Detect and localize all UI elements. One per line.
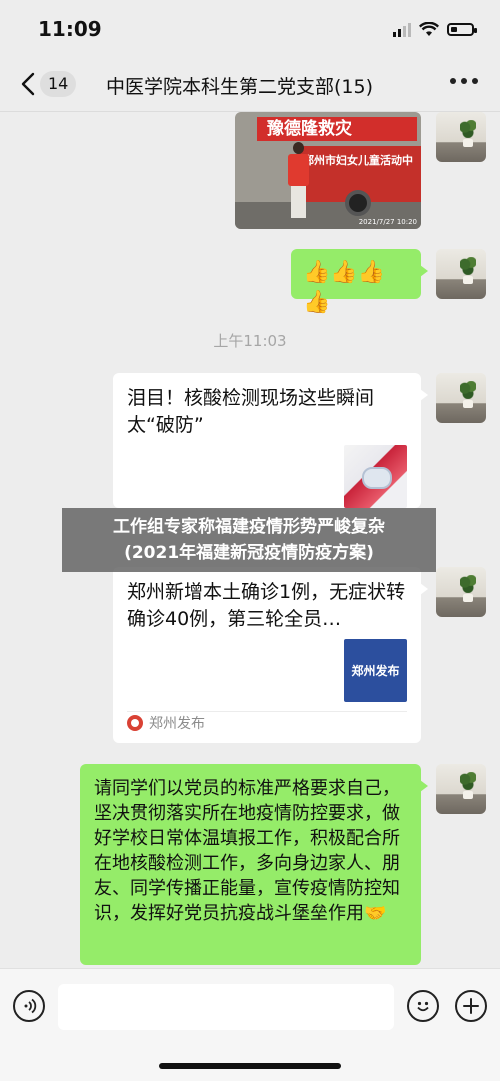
signal-icon bbox=[393, 22, 411, 37]
status-bar: 11:09 bbox=[0, 0, 500, 56]
avatar[interactable] bbox=[436, 567, 486, 617]
overlay-caption: 工作组专家称福建疫情形势严峻复杂 (2021年福建新冠疫情防疫方案) bbox=[62, 508, 436, 572]
overlay-caption-line1: 工作组专家称福建疫情形势严峻复杂 bbox=[113, 517, 385, 537]
message-text: 请同学们以党员的标准严格要求自己，坚决贯彻落实所在地疫情防控要求，做好学校日常体… bbox=[94, 778, 400, 924]
avatar[interactable] bbox=[436, 373, 486, 423]
card-title: 郑州新增本土确诊1例，无症状转确诊40例，第三轮全员… bbox=[127, 581, 406, 630]
message-bubble-thumbs[interactable]: 👍👍👍👍 bbox=[291, 249, 428, 315]
avatar[interactable] bbox=[436, 764, 486, 814]
status-icons bbox=[393, 21, 477, 37]
unread-count-badge[interactable]: 14 bbox=[40, 71, 77, 97]
message-input[interactable] bbox=[58, 984, 394, 1030]
source-logo-icon bbox=[127, 715, 143, 731]
emoji-icon bbox=[417, 1001, 429, 1012]
avatar[interactable] bbox=[436, 112, 486, 162]
photo-person bbox=[285, 142, 311, 222]
battery-icon bbox=[447, 23, 477, 36]
link-card-2[interactable]: 郑州新增本土确诊1例，无症状转确诊40例，第三轮全员… 郑州发布 郑州发布 bbox=[113, 567, 428, 743]
chat-title: 中医学院本科生第二党支部(15) bbox=[106, 76, 374, 98]
more-button[interactable] bbox=[450, 78, 478, 84]
plus-button[interactable] bbox=[455, 990, 487, 1022]
overlay-caption-line2: (2021年福建新冠疫情防疫方案) bbox=[124, 543, 374, 563]
card-title: 泪目！核酸检测现场这些瞬间太“破防” bbox=[127, 387, 375, 436]
chat-header: 14 中医学院本科生第二党支部(15) bbox=[0, 56, 500, 112]
chevron-left-icon bbox=[21, 72, 35, 96]
status-time: 11:09 bbox=[38, 17, 102, 41]
card-divider bbox=[127, 711, 407, 712]
photo-message[interactable]: 豫德隆救灾 郑州市妇女儿童活动中 2021/7/27 10:20 bbox=[235, 112, 421, 229]
home-indicator bbox=[159, 1063, 341, 1069]
back-button[interactable] bbox=[16, 70, 40, 98]
voice-icon bbox=[24, 998, 37, 1014]
message-bubble-text[interactable]: 请同学们以党员的标准严格要求自己，坚决贯彻落实所在地疫情防控要求，做好学校日常体… bbox=[80, 764, 428, 965]
link-card-1[interactable]: 泪目！核酸检测现场这些瞬间太“破防” bbox=[113, 373, 428, 508]
photo-wheel bbox=[345, 190, 371, 216]
card-thumbnail: 郑州发布 bbox=[344, 639, 407, 702]
thumbs-up-emoji: 👍👍👍👍 bbox=[303, 260, 386, 315]
plus-icon bbox=[463, 998, 479, 1014]
photo-banner-text: 豫德隆救灾 bbox=[257, 117, 417, 141]
message-timestamp: 上午11:03 bbox=[213, 332, 287, 350]
card-thumbnail bbox=[344, 445, 407, 508]
wifi-icon bbox=[418, 21, 440, 37]
card-source: 郑州发布 bbox=[127, 713, 205, 733]
avatar[interactable] bbox=[436, 249, 486, 299]
voice-button[interactable] bbox=[13, 990, 45, 1022]
photo-date-stamp: 2021/7/27 10:20 bbox=[358, 218, 417, 226]
more-dots-icon bbox=[450, 78, 456, 84]
emoji-button[interactable] bbox=[407, 990, 439, 1022]
photo-truck-text: 郑州市妇女儿童活动中 bbox=[303, 154, 413, 167]
card-source-name: 郑州发布 bbox=[149, 716, 205, 732]
